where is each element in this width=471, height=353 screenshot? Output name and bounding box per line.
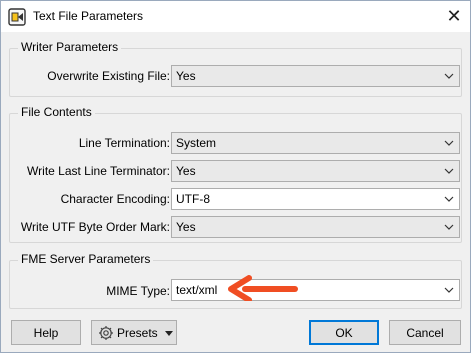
- dropdown-arrow-icon: [164, 330, 173, 336]
- window-title: Text File Parameters: [33, 9, 144, 23]
- chevron-down-icon: [444, 287, 454, 293]
- select-value: Yes: [176, 220, 196, 234]
- chevron-down-icon: [444, 224, 454, 230]
- write-utf-bom-label: Write UTF Byte Order Mark:: [20, 220, 170, 234]
- write-last-line-terminator-label: Write Last Line Terminator:: [27, 164, 170, 178]
- select-value: text/xml: [176, 283, 218, 297]
- line-termination-label: Line Termination:: [78, 136, 170, 150]
- cancel-button[interactable]: Cancel: [389, 320, 461, 345]
- gear-icon: [99, 325, 113, 340]
- chevron-down-icon: [444, 73, 454, 79]
- chevron-down-icon: [444, 168, 454, 174]
- mime-type-label: MIME Type:: [106, 284, 170, 298]
- group-title-writer: Writer Parameters: [18, 40, 122, 54]
- group-title-file-contents: File Contents: [18, 105, 95, 119]
- close-button[interactable]: ✕: [438, 1, 470, 32]
- chevron-down-icon: [444, 140, 454, 146]
- overwrite-existing-file-select[interactable]: Yes: [171, 65, 460, 87]
- help-button-label: Help: [33, 325, 59, 340]
- select-value: UTF-8: [176, 192, 210, 206]
- overwrite-existing-file-label: Overwrite Existing File:: [47, 69, 170, 83]
- dialog-window: Text File Parameters ✕ Writer Parameters…: [0, 0, 471, 353]
- annotation-arrow-icon: [228, 275, 298, 301]
- cancel-button-label: Cancel: [406, 325, 444, 340]
- line-termination-select[interactable]: System: [171, 132, 460, 154]
- file-contents-group: File Contents Line Termination: System W…: [9, 105, 462, 243]
- select-value: Yes: [176, 69, 196, 83]
- close-icon: ✕: [446, 6, 462, 26]
- write-utf-bom-select[interactable]: Yes: [171, 216, 460, 238]
- help-button[interactable]: Help: [11, 320, 81, 345]
- writer-parameters-group: Writer Parameters Overwrite Existing Fil…: [9, 40, 462, 97]
- chevron-down-icon: [444, 196, 454, 202]
- select-value: System: [176, 136, 217, 150]
- write-last-line-terminator-select[interactable]: Yes: [171, 160, 460, 182]
- ok-button[interactable]: OK: [309, 320, 379, 345]
- presets-button-label: Presets: [117, 325, 158, 340]
- select-value: Yes: [176, 164, 196, 178]
- ok-button-label: OK: [335, 325, 353, 340]
- fme-app-icon: [8, 8, 26, 26]
- character-encoding-select[interactable]: UTF-8: [171, 188, 460, 210]
- character-encoding-label: Character Encoding:: [60, 192, 170, 206]
- presets-button[interactable]: Presets: [91, 320, 177, 345]
- mime-type-select[interactable]: text/xml: [171, 279, 460, 301]
- group-title-server: FME Server Parameters: [18, 252, 154, 266]
- title-bar: Text File Parameters ✕: [1, 1, 470, 32]
